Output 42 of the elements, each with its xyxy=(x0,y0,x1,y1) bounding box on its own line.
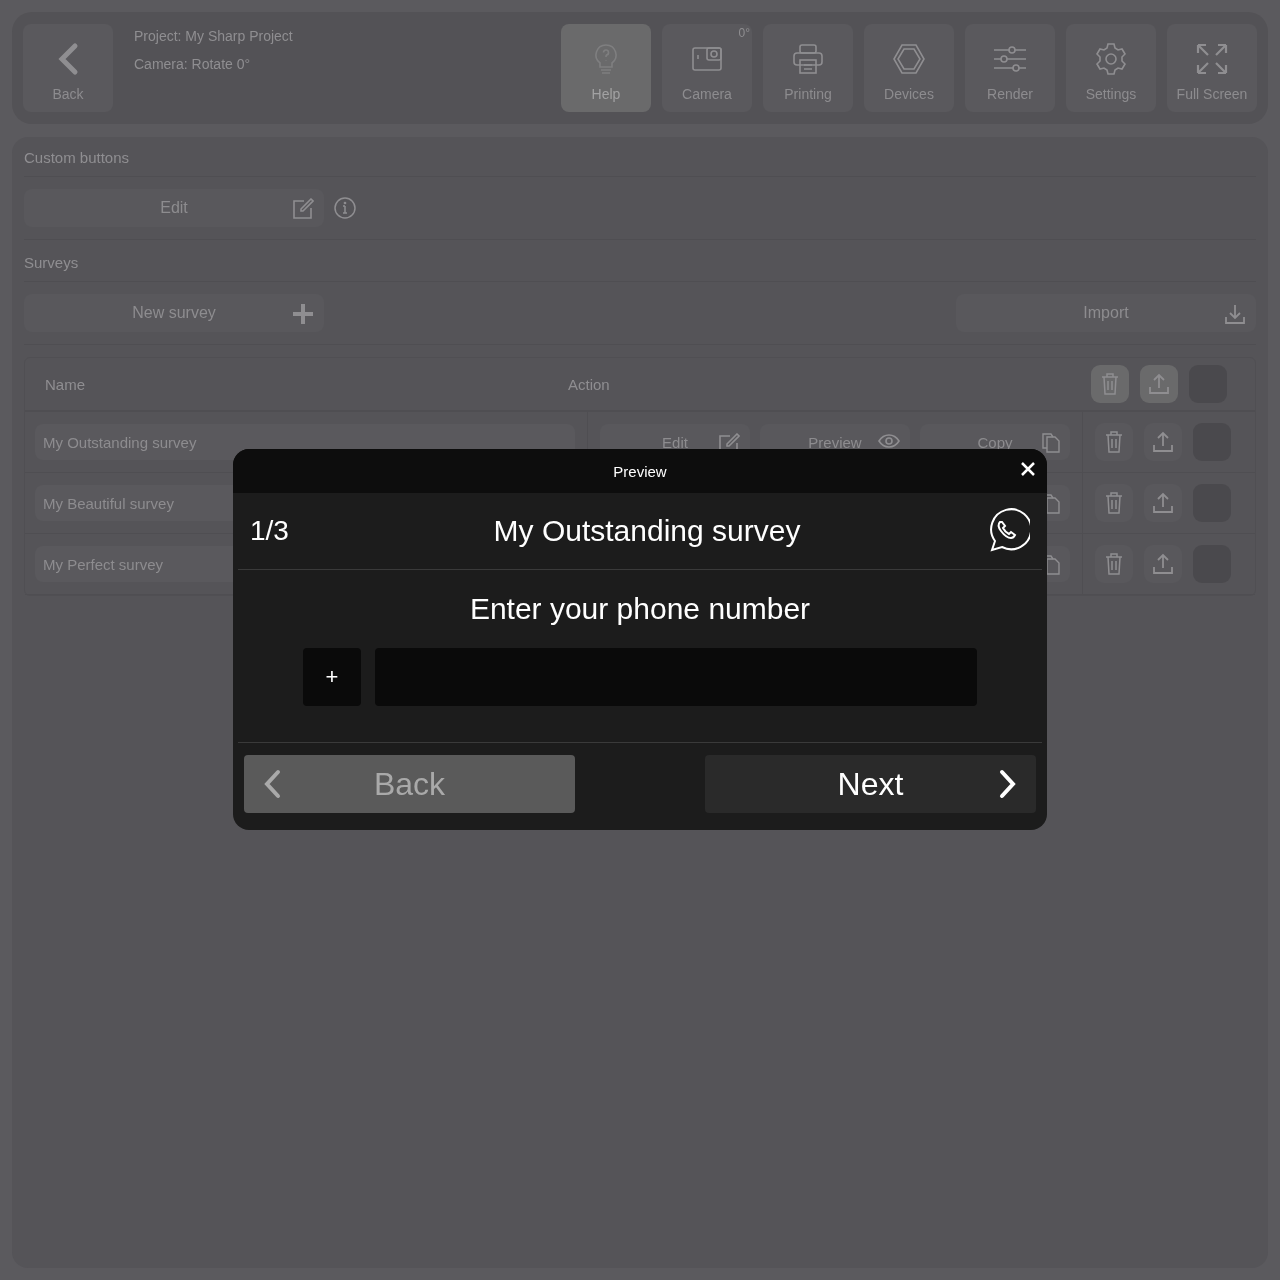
download-icon xyxy=(1224,303,1246,325)
printer-icon xyxy=(791,42,825,76)
dialog-title: Preview xyxy=(613,462,667,480)
copy-icon xyxy=(1042,433,1060,453)
export-button[interactable] xyxy=(1144,545,1182,583)
upload-icon xyxy=(1152,553,1174,575)
export-button[interactable] xyxy=(1144,484,1182,522)
section-title: Surveys xyxy=(24,254,79,271)
column-header: Name xyxy=(45,375,86,393)
delete-button[interactable] xyxy=(1095,545,1133,583)
expand-icon xyxy=(1195,42,1229,76)
export-all-button[interactable] xyxy=(1140,365,1178,403)
section-title: Custom buttons xyxy=(24,149,130,166)
upload-icon xyxy=(1152,492,1174,514)
plus-icon xyxy=(292,303,314,325)
delete-all-button[interactable] xyxy=(1091,365,1129,403)
export-button[interactable] xyxy=(1144,423,1182,461)
question-text: Enter your phone number xyxy=(468,592,812,626)
trash-icon xyxy=(1105,492,1123,514)
gear-icon xyxy=(1094,42,1128,76)
close-icon xyxy=(1021,462,1035,476)
hexagon-icon xyxy=(892,42,926,76)
eye-icon xyxy=(878,433,900,449)
chevron-right-icon xyxy=(998,769,1018,799)
edit-icon xyxy=(292,198,314,220)
delete-button[interactable] xyxy=(1095,423,1133,461)
chevron-left-icon xyxy=(56,42,80,76)
close-button[interactable] xyxy=(1021,462,1035,476)
country-code-prefix[interactable]: + xyxy=(303,648,361,706)
trash-icon xyxy=(1101,373,1119,395)
camera-rotation: Camera: Rotate 0° xyxy=(134,56,252,72)
project-name: Project: My Sharp Project xyxy=(134,28,294,44)
info-icon[interactable] xyxy=(334,197,356,219)
chevron-left-icon xyxy=(262,769,282,799)
upload-icon xyxy=(1148,373,1170,395)
trash-icon xyxy=(1105,553,1123,575)
toolbar-button[interactable]: Help xyxy=(561,24,651,112)
delete-button[interactable] xyxy=(1095,484,1133,522)
next-button[interactable]: Next xyxy=(705,755,1036,813)
upload-icon xyxy=(1152,431,1174,453)
column-header: Action xyxy=(568,375,611,393)
trash-icon xyxy=(1105,431,1123,453)
